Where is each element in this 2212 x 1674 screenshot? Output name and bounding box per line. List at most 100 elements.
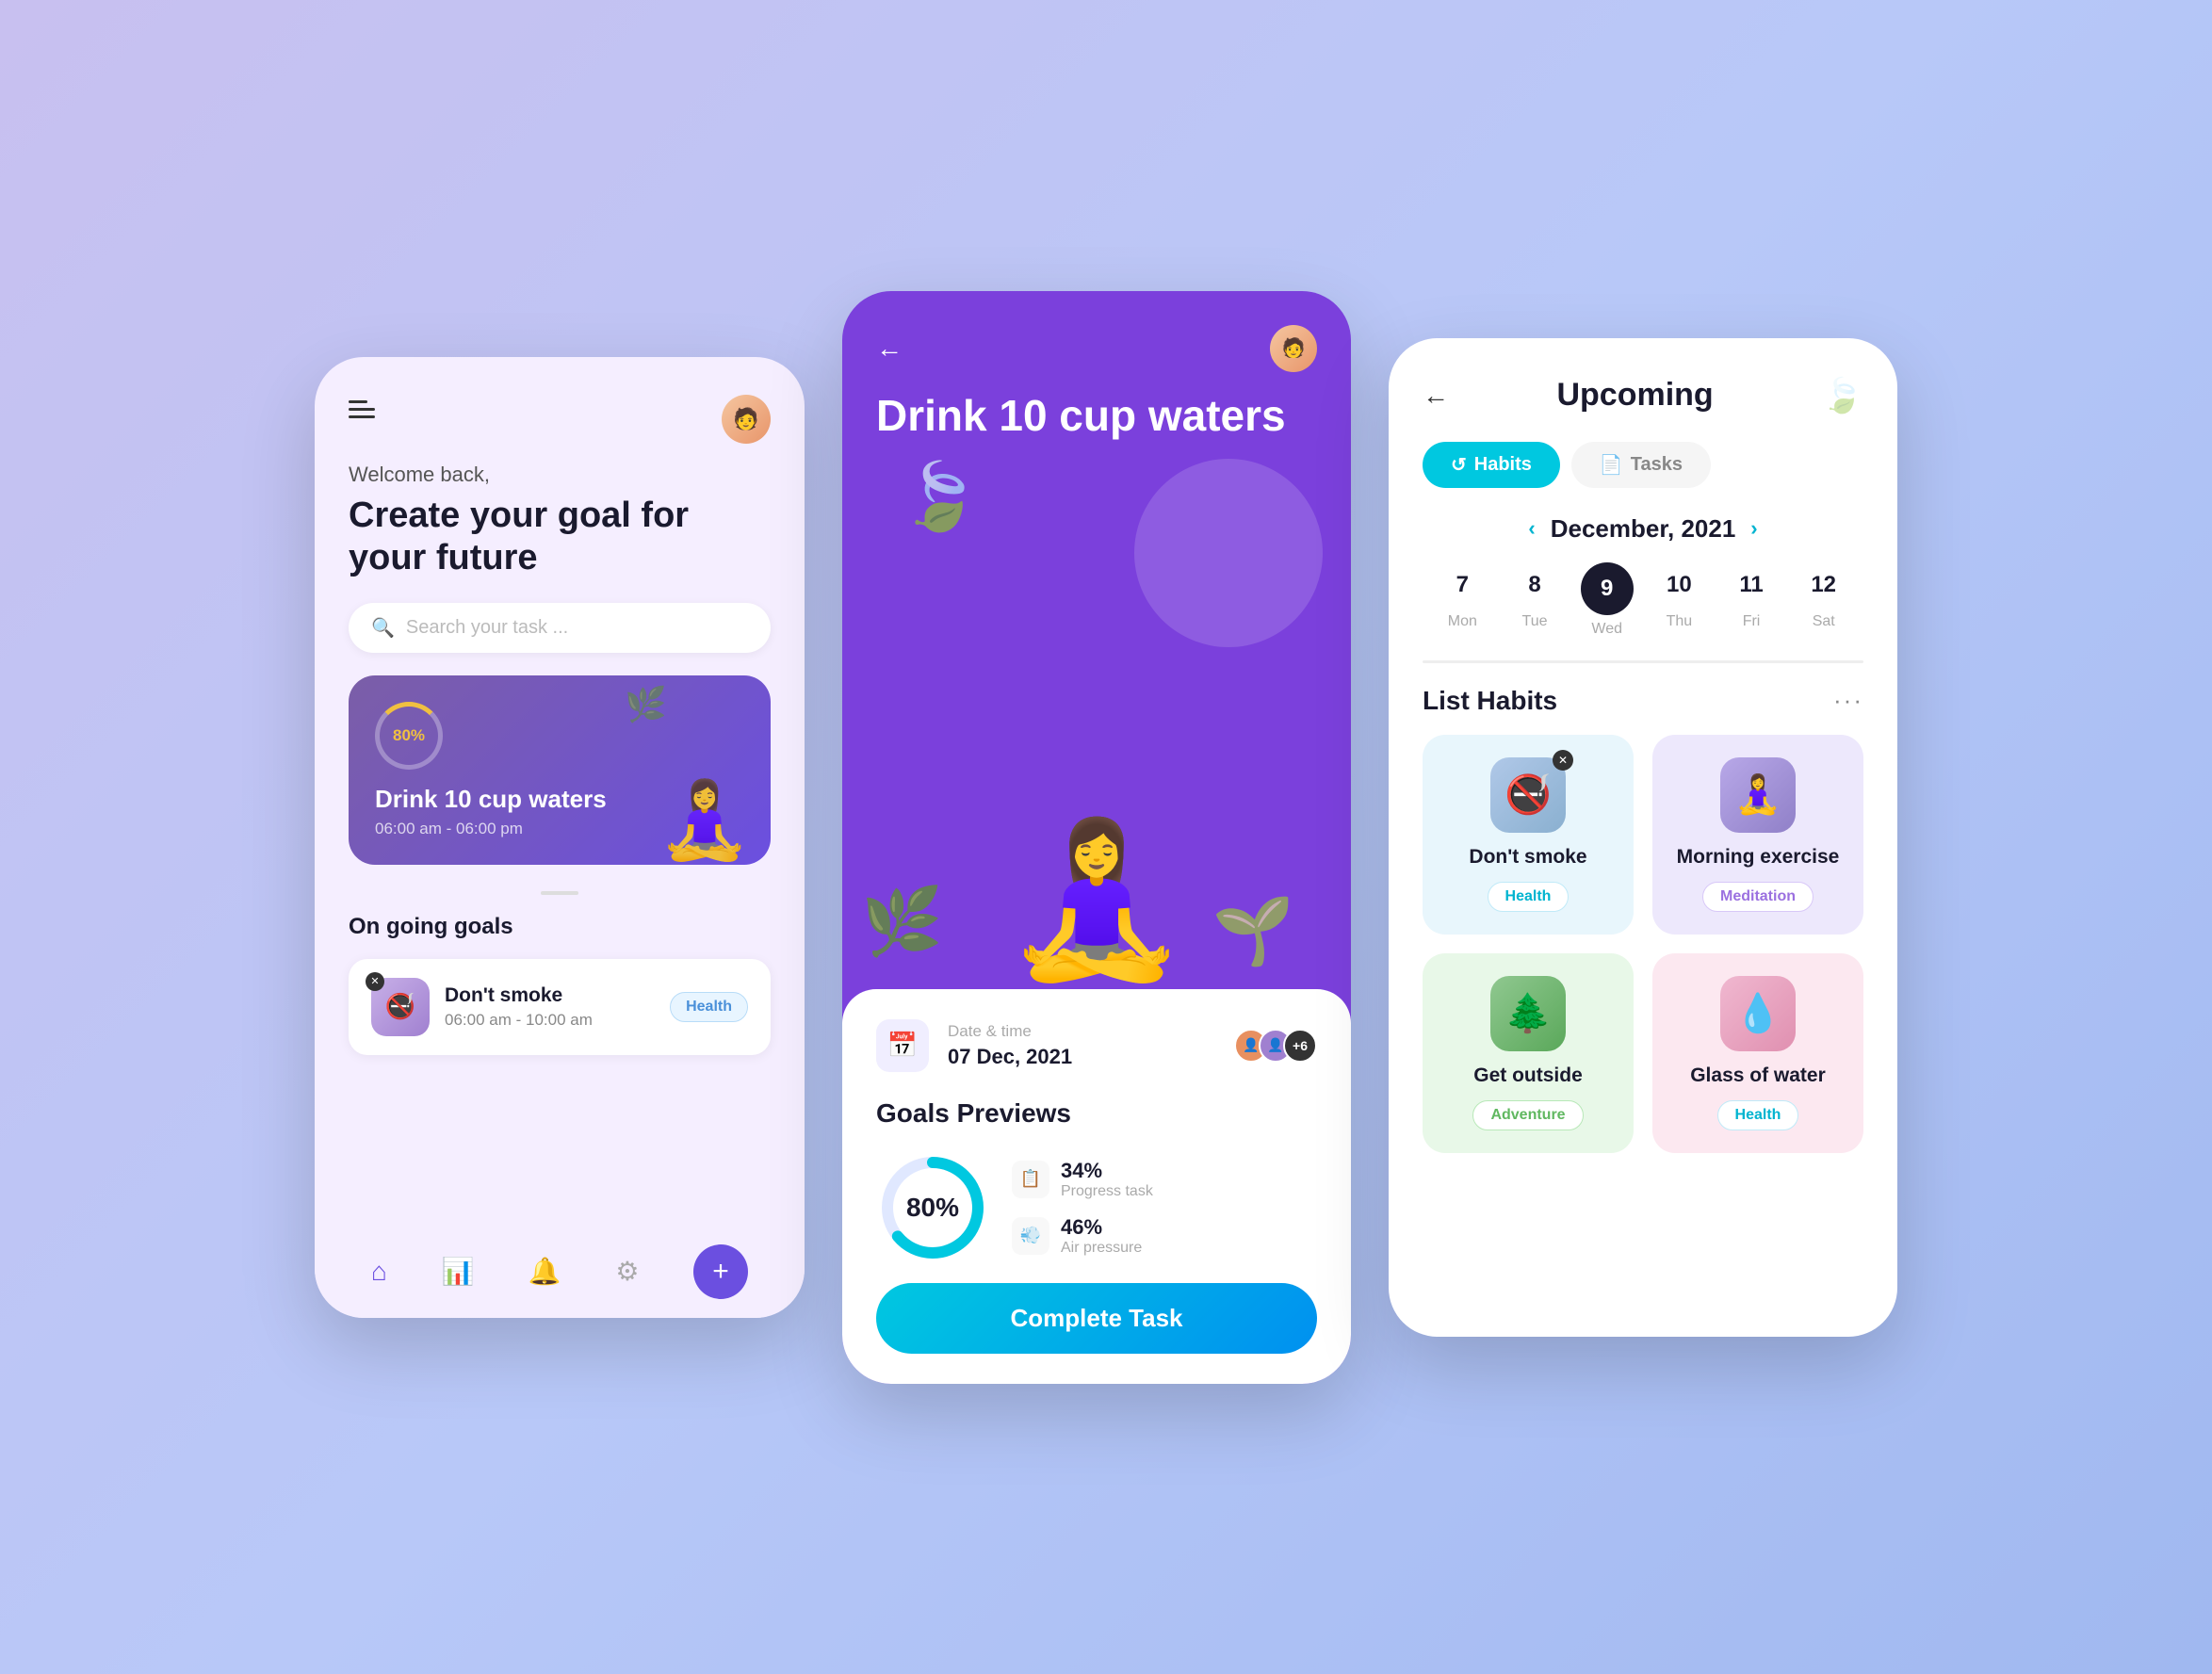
day-num: 11 (1729, 562, 1774, 608)
person-figure: 🧘‍♀️ (1002, 813, 1190, 989)
p1-header: 🧑 (315, 357, 805, 463)
tasks-tab-label: Tasks (1631, 454, 1683, 476)
calendar-icon: 📅 (876, 1019, 929, 1072)
cal-day-9[interactable]: 9 Wed (1570, 562, 1643, 638)
date-value: 07 Dec, 2021 (948, 1045, 1215, 1069)
stat-1-info: 34% Progress task (1061, 1159, 1153, 1200)
plus-icon: + (712, 1256, 729, 1288)
plant-decoration: 🌿 (625, 685, 667, 724)
habit-name-smoke: Don't smoke (1469, 846, 1586, 869)
close-icon[interactable]: ✕ (366, 972, 384, 991)
complete-task-button[interactable]: Complete Task (876, 1283, 1317, 1354)
cal-day-7[interactable]: 7 Mon (1426, 562, 1499, 638)
goals-row: 80% 📋 34% Progress task 💨 46% (876, 1151, 1317, 1264)
tasks-tab-icon: 📄 (1600, 453, 1623, 477)
stat-2-pct: 46% (1061, 1215, 1142, 1240)
phone3-content: ← Upcoming 🍃 ↺ Habits 📄 Tasks ‹ December… (1389, 338, 1897, 1337)
plant-left: 🌿 (861, 884, 943, 961)
p2-hero-title: Drink 10 cup waters (842, 372, 1351, 441)
habit-card-outside[interactable]: 🌲 Get outside Adventure (1423, 953, 1634, 1153)
add-button[interactable]: + (693, 1244, 748, 1299)
hamburger-line2 (349, 408, 375, 411)
stat-1-label: Progress task (1061, 1183, 1153, 1200)
air-icon: 💨 (1012, 1217, 1049, 1255)
day-label: Mon (1448, 613, 1477, 630)
day-label: Fri (1743, 613, 1761, 630)
day-num-active: 9 (1581, 562, 1634, 615)
day-num: 7 (1439, 562, 1485, 608)
goal-time: 06:00 am - 10:00 am (445, 1011, 655, 1030)
date-info: Date & time 07 Dec, 2021 (948, 1022, 1215, 1069)
calendar-month: December, 2021 (1551, 514, 1736, 544)
date-row: 📅 Date & time 07 Dec, 2021 👤 👤 +6 (876, 1019, 1317, 1072)
smoke-habit-icon: ✕ 🚭 (1490, 757, 1566, 833)
avatar-count: +6 (1283, 1029, 1317, 1063)
tab-habits[interactable]: ↺ Habits (1423, 442, 1560, 488)
habit-card-exercise[interactable]: 🧘‍♀️ Morning exercise Meditation (1652, 735, 1863, 935)
hamburger-menu[interactable] (349, 400, 375, 418)
day-num: 12 (1801, 562, 1846, 608)
habit-badge-smoke: Health (1488, 882, 1570, 912)
plant-right: 🌱 (1212, 893, 1294, 970)
back-arrow[interactable]: ← (876, 333, 903, 364)
chart-icon[interactable]: 📊 (441, 1256, 474, 1287)
home-icon[interactable]: ⌂ (371, 1257, 387, 1287)
more-options-icon[interactable]: ··· (1833, 686, 1863, 715)
cal-day-11[interactable]: 11 Fri (1716, 562, 1788, 638)
goal-icon: ✕ 🚭 (371, 978, 430, 1036)
progress-percent: 80% (393, 726, 425, 745)
tab-tasks[interactable]: 📄 Tasks (1571, 442, 1711, 488)
goal-info: Don't smoke 06:00 am - 10:00 am (445, 984, 655, 1030)
settings-icon[interactable]: ⚙ (615, 1256, 639, 1287)
phone2: ← 🧑 Drink 10 cup waters 🌿 🌱 🍃 🧘‍♀️ 📅 Dat… (842, 291, 1351, 1384)
hamburger-line1 (349, 400, 367, 403)
phone1-content: 🧑 Welcome back, Create your goal for you… (315, 357, 805, 1318)
list-title: List Habits (1423, 686, 1557, 716)
habits-grid: ✕ 🚭 Don't smoke Health 🧘‍♀️ Morning exer… (1423, 735, 1863, 1153)
donut-percent: 80% (906, 1193, 959, 1223)
stat-1-pct: 34% (1061, 1159, 1153, 1183)
goal-item[interactable]: ✕ 🚭 Don't smoke 06:00 am - 10:00 am Heal… (349, 959, 771, 1055)
participant-avatars: 👤 👤 +6 (1234, 1029, 1317, 1063)
prev-month-arrow[interactable]: ‹ (1528, 516, 1535, 541)
hero-title: Create your goal for your future (315, 495, 805, 603)
habit-card-smoke[interactable]: ✕ 🚭 Don't smoke Health (1423, 735, 1634, 935)
circle-decoration (1134, 459, 1323, 647)
calendar-days: 7 Mon 8 Tue 9 Wed 10 Thu 11 Fri 12 Sat (1423, 562, 1863, 638)
habits-tab-icon: ↺ (1451, 453, 1467, 477)
bell-icon[interactable]: 🔔 (529, 1256, 561, 1287)
search-bar[interactable]: 🔍 Search your task ... (349, 603, 771, 653)
habit-name-water: Glass of water (1690, 1065, 1826, 1087)
search-placeholder: Search your task ... (406, 617, 568, 639)
day-label: Thu (1667, 613, 1693, 630)
day-num: 10 (1656, 562, 1701, 608)
cal-day-10[interactable]: 10 Thu (1643, 562, 1716, 638)
habit-name-exercise: Morning exercise (1677, 846, 1840, 869)
user-avatar-2[interactable]: 🧑 (1270, 325, 1317, 372)
progress-donut: 80% (876, 1151, 989, 1264)
habit-name-outside: Get outside (1473, 1065, 1583, 1087)
next-month-arrow[interactable]: › (1750, 516, 1757, 541)
tabs: ↺ Habits 📄 Tasks (1423, 442, 1863, 488)
exercise-habit-icon: 🧘‍♀️ (1720, 757, 1796, 833)
leaf-decoration: 🍃 (1821, 376, 1863, 415)
page-title: Upcoming (1556, 377, 1713, 414)
welcome-text: Welcome back, (315, 463, 805, 495)
user-avatar[interactable]: 🧑 (722, 395, 771, 444)
card-divider (541, 891, 578, 895)
phone3: ← Upcoming 🍃 ↺ Habits 📄 Tasks ‹ December… (1389, 338, 1897, 1337)
cal-day-8[interactable]: 8 Tue (1499, 562, 1571, 638)
p3-header: ← Upcoming 🍃 (1423, 376, 1863, 415)
day-label: Tue (1522, 613, 1548, 630)
progress-ring: 80% (375, 702, 443, 770)
list-header: List Habits ··· (1423, 686, 1863, 716)
ongoing-title: On going goals (315, 914, 805, 959)
cal-day-12[interactable]: 12 Sat (1787, 562, 1860, 638)
back-arrow-p3[interactable]: ← (1423, 381, 1449, 411)
close-icon[interactable]: ✕ (1553, 750, 1573, 771)
phone1: 🧑 Welcome back, Create your goal for you… (315, 357, 805, 1318)
progress-card[interactable]: 🌿 80% Drink 10 cup waters 06:00 am - 06:… (349, 675, 771, 865)
p2-header: ← 🧑 (842, 291, 1351, 372)
habit-card-water[interactable]: 💧 Glass of water Health (1652, 953, 1863, 1153)
stat-progress: 📋 34% Progress task (1012, 1159, 1153, 1200)
